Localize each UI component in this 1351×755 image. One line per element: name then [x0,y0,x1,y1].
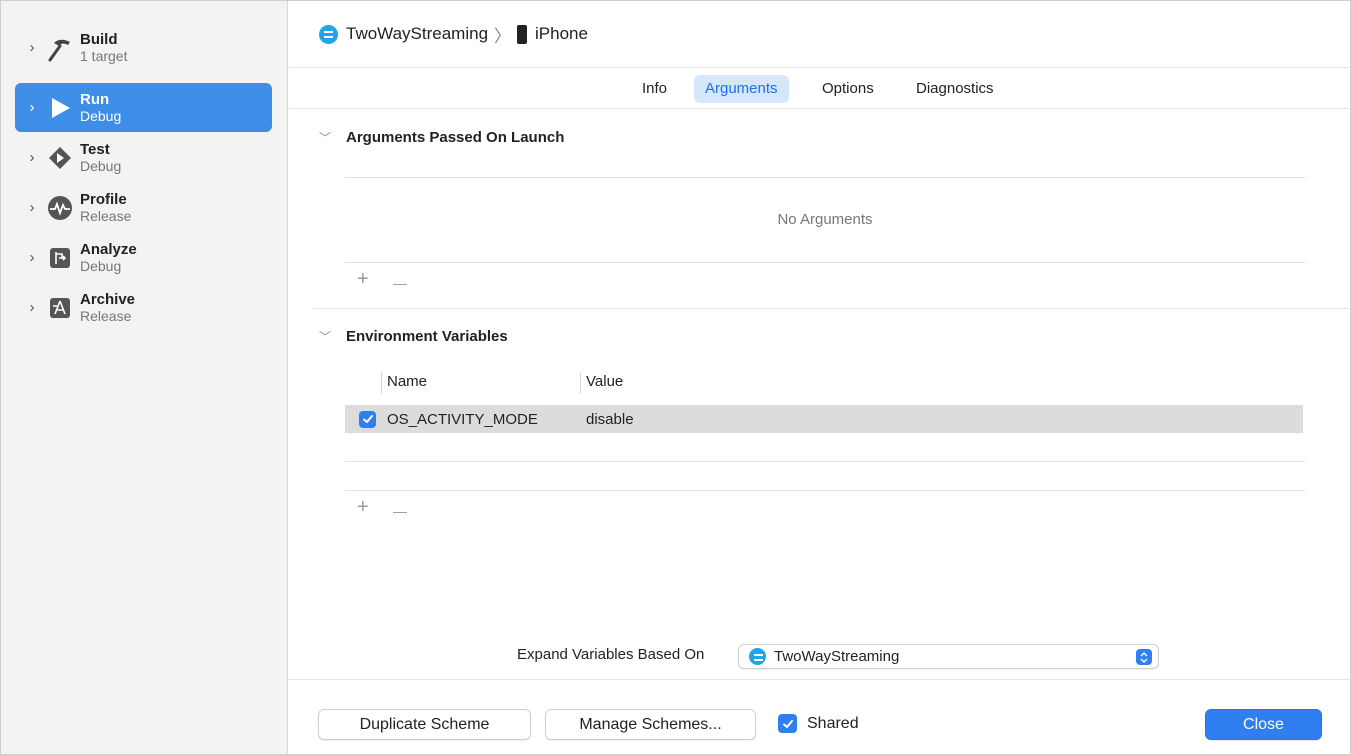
sidebar-item-subtitle: Debug [80,107,122,124]
remove-env-var-button[interactable]: — [393,503,407,519]
footer-bar: Duplicate Scheme Manage Schemes... Share… [289,679,1351,754]
project-icon [749,648,766,665]
sidebar-item-archive[interactable]: › Archive Release [15,283,272,332]
tab-info[interactable]: Info [631,75,678,103]
expand-variables-popup[interactable]: TwoWayStreaming [738,644,1159,669]
column-divider [580,372,581,394]
project-icon [319,24,338,44]
sidebar: › Build 1 target › Run Debug › Test Debu… [1,1,288,754]
env-list-divider [345,461,1305,462]
sidebar-item-test[interactable]: › Test Debug [15,133,272,182]
breadcrumb-project[interactable]: TwoWayStreaming [346,24,488,44]
add-env-var-button[interactable]: + [357,496,369,519]
column-divider [381,372,382,394]
sidebar-item-analyze[interactable]: › Analyze Debug [15,233,272,282]
disclosure-chevron-icon[interactable]: › [23,149,41,166]
sidebar-item-title: Run [80,90,110,108]
iphone-icon [517,24,528,44]
arguments-section-title: Arguments Passed On Launch [346,129,565,146]
manage-schemes-button[interactable]: Manage Schemes... [545,709,756,740]
tab-arguments[interactable]: Arguments [694,75,789,103]
sidebar-item-subtitle: Debug [80,157,122,174]
waveform-icon [45,193,75,223]
main-panel: TwoWayStreaming 〉 iPhone Info Arguments … [289,1,1351,754]
arguments-list-bottom-divider [345,262,1305,263]
play-icon [45,93,75,123]
section-divider [313,308,1351,309]
sidebar-item-build[interactable]: › Build 1 target [15,23,272,72]
popup-stepper-icon [1136,649,1152,665]
add-argument-button[interactable]: + [357,268,369,291]
hammer-icon [45,33,75,63]
breadcrumb: TwoWayStreaming 〉 iPhone [289,1,1351,68]
column-header-name[interactable]: Name [387,373,427,390]
sidebar-item-title: Analyze [80,240,137,258]
sidebar-item-subtitle: Release [80,307,132,324]
collapse-chevron-icon[interactable]: ﹀ [319,129,346,146]
table-row[interactable]: OS_ACTIVITY_MODE disable [345,405,1303,433]
close-button[interactable]: Close [1205,709,1322,740]
tab-diagnostics[interactable]: Diagnostics [905,75,1005,103]
test-diamond-icon [45,143,75,173]
sidebar-item-title: Test [80,140,110,158]
remove-argument-button[interactable]: — [393,275,407,291]
sidebar-item-subtitle: Release [80,207,132,224]
tab-options[interactable]: Options [811,75,885,103]
env-list-bottom-divider [345,490,1305,491]
collapse-chevron-icon[interactable]: ﹀ [319,328,346,345]
sidebar-item-run[interactable]: › Run Debug [15,83,272,132]
tab-bar: Info Arguments Options Diagnostics [289,69,1351,109]
env-var-name[interactable]: OS_ACTIVITY_MODE [387,411,538,428]
disclosure-chevron-icon[interactable]: › [23,299,41,316]
analyze-icon [45,243,75,273]
env-enabled-checkbox[interactable] [359,410,376,428]
sidebar-item-profile[interactable]: › Profile Release [15,183,272,232]
sidebar-item-subtitle: 1 target [80,47,128,64]
archive-app-icon [45,293,75,323]
shared-toggle[interactable]: Shared [778,714,859,733]
shared-label: Shared [807,714,859,732]
disclosure-chevron-icon[interactable]: › [23,199,41,216]
column-header-value[interactable]: Value [586,373,623,390]
disclosure-chevron-icon[interactable]: › [23,249,41,266]
no-arguments-placeholder: No Arguments [777,211,873,228]
shared-checkbox[interactable] [778,714,797,733]
environment-section-header[interactable]: ﹀ Environment Variables [319,328,508,345]
scheme-editor-window: › Build 1 target › Run Debug › Test Debu… [0,0,1351,755]
disclosure-chevron-icon[interactable]: › [23,39,41,56]
breadcrumb-separator: 〉 [494,26,512,46]
environment-section-title: Environment Variables [346,328,508,345]
duplicate-scheme-button[interactable]: Duplicate Scheme [318,709,531,740]
disclosure-chevron-icon[interactable]: › [23,99,41,116]
sidebar-item-title: Build [80,30,118,48]
arguments-section-header[interactable]: ﹀ Arguments Passed On Launch [319,129,564,146]
checkmark-icon [362,415,373,424]
expand-variables-selected: TwoWayStreaming [774,648,900,665]
expand-variables-label: Expand Variables Based On [517,646,705,663]
sidebar-item-title: Profile [80,190,127,208]
env-var-value[interactable]: disable [586,411,634,428]
sidebar-item-title: Archive [80,290,136,308]
checkmark-icon [782,719,793,728]
sidebar-item-subtitle: Debug [80,257,122,274]
breadcrumb-device[interactable]: iPhone [535,24,588,44]
arguments-list-top-divider [345,177,1305,178]
